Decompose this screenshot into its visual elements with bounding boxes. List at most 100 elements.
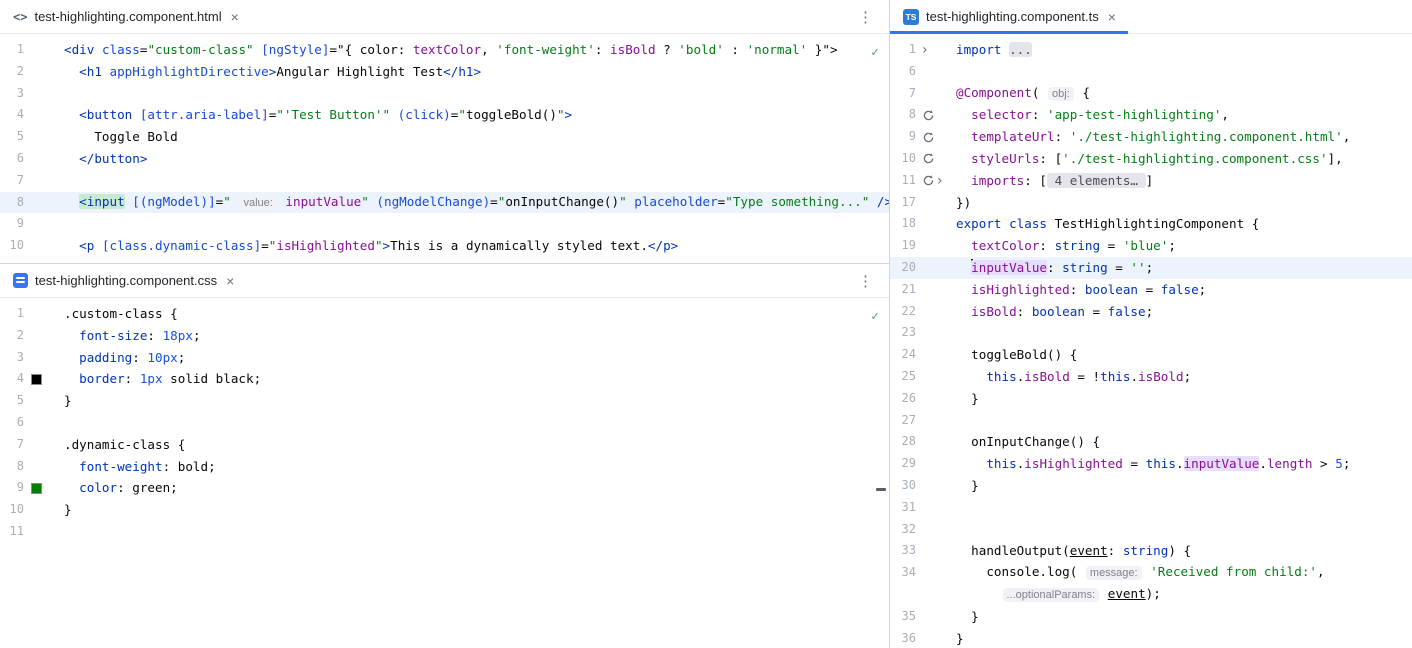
tab-test-highlighting-component-ts[interactable]: TS test-highlighting.component.ts × — [890, 0, 1128, 33]
code-line: 6 — [0, 412, 889, 434]
tab-label: test-highlighting.component.ts — [926, 9, 1099, 24]
css-code-editor[interactable]: ✓ 1.custom-class {2 font-size: 18px;3 pa… — [0, 298, 889, 648]
line-number: 2 — [0, 325, 24, 347]
gutter: 5 — [0, 126, 56, 148]
angular-gutter-icon[interactable] — [922, 131, 935, 144]
close-tab-icon[interactable]: × — [1106, 10, 1118, 24]
code-line: 11› imports: [ 4 elements… ] — [890, 170, 1412, 192]
code-line: 36} — [890, 628, 1412, 648]
code-text: <input [(ngModel)]=" value: inputValue" … — [56, 191, 889, 215]
line-number: 27 — [890, 410, 916, 432]
angular-gutter-icon[interactable] — [922, 174, 935, 187]
code-text: padding: 10px; — [56, 347, 185, 369]
line-number: 10 — [890, 148, 916, 170]
line-number: 3 — [0, 83, 24, 105]
html-file-icon: <> — [13, 10, 27, 24]
code-text: import ... — [948, 39, 1032, 61]
code-text: <button [attr.aria-label]="'Test Button'… — [56, 104, 572, 126]
html-code-editor[interactable]: ✓ 1<div class="custom-class" [ngStyle]="… — [0, 34, 889, 263]
angular-gutter-icon[interactable] — [922, 152, 935, 165]
code-text: Toggle Bold — [56, 126, 178, 148]
line-number: 6 — [890, 61, 916, 83]
code-text: font-weight: bold; — [56, 456, 216, 478]
gutter: 1 — [0, 39, 56, 61]
line-number: 35 — [890, 606, 916, 628]
code-text: inputValue: string = ''; — [948, 257, 1153, 279]
code-line: 8 selector: 'app-test-highlighting', — [890, 104, 1412, 126]
color-preview-swatch[interactable] — [31, 483, 42, 494]
line-number: 8 — [0, 456, 24, 478]
gutter: 22 — [890, 301, 948, 323]
close-tab-icon[interactable]: × — [224, 274, 236, 288]
code-line: 10 styleUrls: ['./test-highlighting.comp… — [890, 148, 1412, 170]
code-text: } — [948, 628, 964, 648]
code-line: 4 <button [attr.aria-label]="'Test Butto… — [0, 104, 889, 126]
code-line: 2 font-size: 18px; — [0, 325, 889, 347]
line-number: 8 — [0, 192, 24, 214]
line-number: 32 — [890, 519, 916, 541]
css-pane-tabbar: test-highlighting.component.css × ⋮ — [0, 264, 889, 298]
gutter: 7 — [0, 434, 56, 456]
more-options-icon[interactable]: ⋮ — [843, 8, 889, 26]
inspections-ok-icon[interactable]: ✓ — [871, 306, 879, 328]
gutter: 2 — [0, 325, 56, 347]
code-line: 3 — [0, 83, 889, 105]
gutter: 27 — [890, 410, 948, 432]
line-number: 31 — [890, 497, 916, 519]
line-number: 25 — [890, 366, 916, 388]
line-number: 4 — [0, 368, 24, 390]
code-text: } — [56, 499, 72, 521]
line-number: 7 — [0, 170, 24, 192]
angular-gutter-icon[interactable] — [922, 109, 935, 122]
line-number: 24 — [890, 344, 916, 366]
gutter: 8 — [0, 192, 56, 214]
line-number: 21 — [890, 279, 916, 301]
code-text: isHighlighted: boolean = false; — [948, 279, 1206, 301]
line-number: 4 — [0, 104, 24, 126]
code-line: 2 <h1 appHighlightDirective>Angular High… — [0, 61, 889, 83]
close-tab-icon[interactable]: × — [229, 10, 241, 24]
line-number: 26 — [890, 388, 916, 410]
gutter: 29 — [890, 453, 948, 475]
code-line: 6 </button> — [0, 148, 889, 170]
code-line: 7 — [0, 170, 889, 192]
fold-chevron-icon[interactable]: › — [937, 174, 943, 188]
line-number: 20 — [890, 257, 916, 279]
line-number: 6 — [0, 148, 24, 170]
code-line: 18export class TestHighlightingComponent… — [890, 213, 1412, 235]
gutter-badges: › — [916, 43, 948, 57]
code-text: </button> — [56, 148, 147, 170]
tab-test-highlighting-component-css[interactable]: test-highlighting.component.css × — [0, 264, 246, 297]
code-text: templateUrl: './test-highlighting.compon… — [948, 126, 1350, 148]
more-options-icon[interactable]: ⋮ — [843, 272, 889, 290]
line-number: 1 — [0, 303, 24, 325]
fold-chevron-icon[interactable]: › — [922, 43, 928, 57]
line-number: 19 — [890, 235, 916, 257]
code-line: 35 } — [890, 606, 1412, 628]
color-preview-swatch[interactable] — [31, 374, 42, 385]
code-line: 10 <p [class.dynamic-class]="isHighlight… — [0, 235, 889, 257]
gutter: 9 — [0, 213, 56, 235]
code-text: } — [56, 390, 72, 412]
gutter: 23 — [890, 322, 948, 344]
gutter: 11› — [890, 170, 948, 192]
inspections-ok-icon[interactable]: ✓ — [871, 42, 879, 64]
line-number: 9 — [890, 126, 916, 148]
gutter: 30 — [890, 475, 948, 497]
code-text: styleUrls: ['./test-highlighting.compone… — [948, 148, 1343, 170]
gutter-badges — [24, 374, 56, 385]
code-line: 25 this.isBold = !this.isBold; — [890, 366, 1412, 388]
code-text: } — [948, 606, 979, 628]
ide-window: <> test-highlighting.component.html × ⋮ … — [0, 0, 1412, 648]
line-number: 1 — [890, 39, 916, 61]
gutter: 8 — [0, 456, 56, 478]
gutter: 25 — [890, 366, 948, 388]
tab-test-highlighting-component-html[interactable]: <> test-highlighting.component.html × — [0, 0, 251, 33]
code-text: font-size: 18px; — [56, 325, 201, 347]
code-line: 3 padding: 10px; — [0, 347, 889, 369]
ts-code-editor[interactable]: 1›import ...67@Component( obj: {8 select… — [890, 34, 1412, 648]
line-number: 22 — [890, 301, 916, 323]
right-editor-column: TS test-highlighting.component.ts × 1 › im… — [890, 0, 1412, 648]
gutter: 10 — [0, 499, 56, 521]
gutter-badges: › — [916, 174, 948, 188]
